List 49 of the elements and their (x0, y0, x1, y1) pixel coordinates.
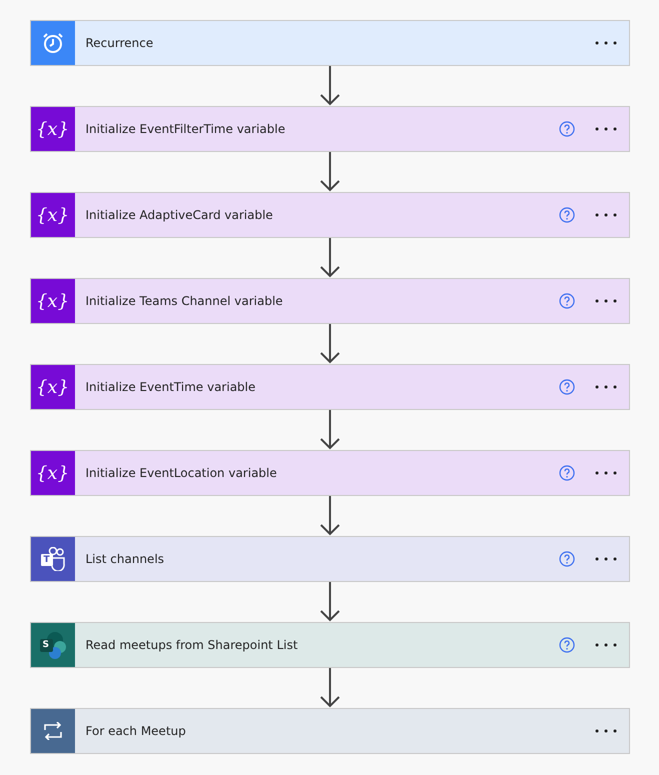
step-title: Initialize EventFilterTime variable (86, 122, 286, 136)
more-icon[interactable] (594, 385, 616, 389)
flow-step[interactable]: {x} Initialize EventTime variable (30, 364, 630, 410)
step-title: Recurrence (86, 36, 154, 50)
flow-step[interactable]: {x} Initialize EventFilterTime variable (30, 106, 630, 152)
step-title: Initialize AdaptiveCard variable (86, 208, 274, 222)
arrow (318, 496, 340, 536)
flow-step[interactable]: For each Meetup (30, 708, 630, 754)
arrow (318, 324, 340, 364)
alarm-clock-icon (42, 32, 64, 54)
variable-icon: {x} (36, 204, 70, 226)
flow-step[interactable]: T List channels (30, 536, 630, 582)
step-title: Read meetups from Sharepoint List (86, 638, 299, 652)
help-icon[interactable] (558, 121, 574, 137)
flow-step[interactable]: S Read meetups from Sharepoint List (30, 622, 630, 668)
arrow (318, 66, 340, 106)
flow-step[interactable]: Recurrence (30, 20, 630, 66)
more-icon[interactable] (594, 127, 616, 131)
more-icon[interactable] (594, 299, 616, 303)
help-icon[interactable] (558, 465, 574, 481)
help-icon[interactable] (558, 207, 574, 223)
help-icon[interactable] (558, 293, 574, 309)
more-icon[interactable] (594, 41, 616, 45)
more-icon[interactable] (594, 213, 616, 217)
help-icon[interactable] (558, 379, 574, 395)
step-title: Initialize EventLocation variable (86, 466, 278, 480)
more-icon[interactable] (594, 557, 616, 561)
arrow (318, 410, 340, 450)
step-title: Initialize EventTime variable (86, 380, 257, 394)
flow-step[interactable]: {x} Initialize EventLocation variable (30, 450, 630, 496)
flow-step[interactable]: {x} Initialize Teams Channel variable (30, 278, 630, 324)
flow-step[interactable]: {x} Initialize AdaptiveCard variable (30, 192, 630, 238)
variable-icon: {x} (36, 290, 70, 312)
loop-icon (42, 722, 64, 740)
help-icon[interactable] (558, 551, 574, 567)
help-icon[interactable] (558, 637, 574, 653)
arrow (318, 152, 340, 192)
arrow (318, 582, 340, 622)
more-icon[interactable] (594, 643, 616, 647)
variable-icon: {x} (36, 376, 70, 398)
variable-icon: {x} (36, 462, 70, 484)
arrow (318, 668, 340, 708)
more-icon[interactable] (594, 471, 616, 475)
step-title: List channels (86, 552, 166, 566)
arrow (318, 238, 340, 278)
step-title: Initialize Teams Channel variable (86, 294, 284, 308)
variable-icon: {x} (36, 118, 70, 140)
step-title: For each Meetup (86, 724, 187, 738)
more-icon[interactable] (594, 729, 616, 733)
